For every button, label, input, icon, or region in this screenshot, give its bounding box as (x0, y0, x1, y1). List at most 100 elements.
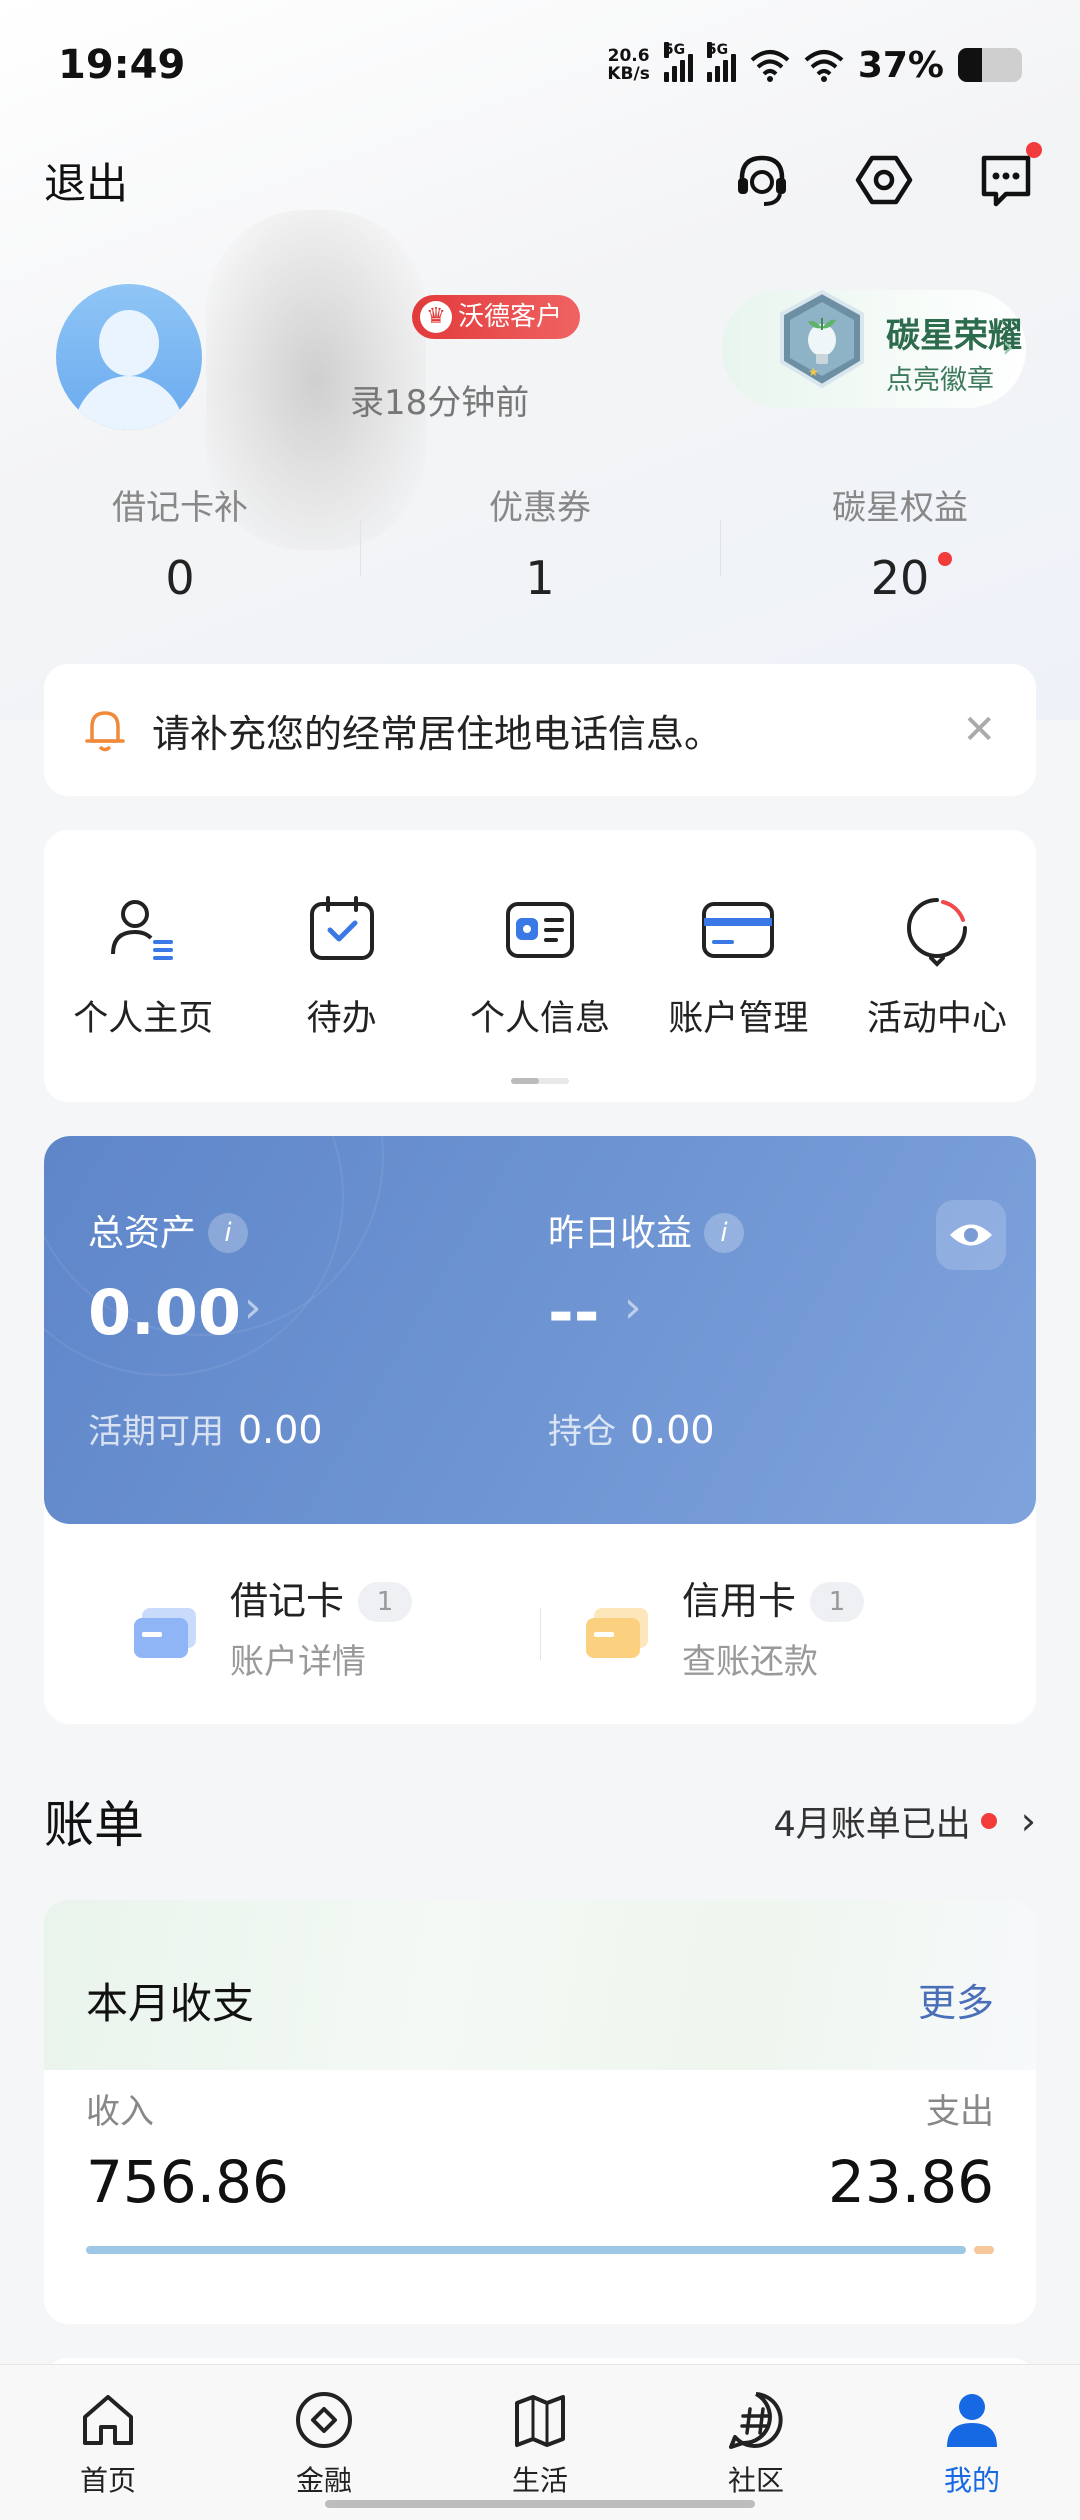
tab-finance[interactable]: 金融 (216, 2365, 432, 2520)
card-subtitle: 账户详情 (230, 1642, 366, 1682)
svg-text:★: ★ (808, 365, 819, 379)
income-value: 756.86 (86, 2148, 289, 2216)
holding-balance: 持仓 0.00 (548, 1408, 715, 1452)
quick-personal-home[interactable]: 个人主页 (44, 890, 242, 1041)
card-count-badge: 1 (810, 1582, 865, 1622)
bottom-tab-bar: 首页 金融 生活 社区 我的 (0, 2364, 1080, 2520)
info-icon[interactable]: i (208, 1213, 249, 1253)
income-label: 收入 (86, 2092, 154, 2132)
tab-mine[interactable]: 我的 (864, 2365, 1080, 2520)
more-link[interactable]: 更多 (918, 1972, 994, 2027)
tab-home[interactable]: 首页 (0, 2365, 216, 2520)
stat-coupons[interactable]: 优惠券 1 (360, 480, 720, 620)
expense-label: 支出 (926, 2092, 994, 2132)
stats-row: 借记卡补 0 优惠券 1 碳星权益 20 (0, 480, 1080, 620)
chevron-right-icon: › (624, 1282, 642, 1333)
avatar[interactable] (56, 284, 202, 430)
credit-card-entry[interactable]: 信用卡 1 查账还款 (540, 1524, 1036, 1724)
income-bar (86, 2246, 967, 2254)
monthly-summary-card: 本月收支 更多 收入 支出 756.86 23.86 (44, 1900, 1036, 2324)
signal-icon: 5G (663, 42, 693, 82)
carbon-honor-card[interactable]: ★ 碳星荣耀 点亮徽章 › (722, 289, 1026, 408)
battery-icon (958, 48, 1022, 82)
credit-card-icon (586, 1608, 648, 1658)
card-name: 借记卡 1 (230, 1570, 413, 1625)
customer-level-badge[interactable]: ♛ 沃德客户 (412, 295, 581, 339)
wifi-icon (804, 50, 844, 82)
bill-status-link[interactable]: 4月账单已出 › (774, 1796, 1036, 1847)
bill-title: 账单 (44, 1796, 144, 1854)
top-header: 退出 (0, 130, 1080, 230)
tab-life[interactable]: 生活 (432, 2365, 648, 2520)
quick-todo[interactable]: 待办 (242, 890, 440, 1041)
bell-icon (85, 711, 125, 752)
message-icon[interactable] (976, 142, 1042, 210)
activity-circle-icon (906, 898, 967, 967)
home-indicator (325, 2500, 755, 2508)
debit-card-entry[interactable]: 借记卡 1 账户详情 (44, 1524, 540, 1724)
notification-dot (938, 552, 952, 566)
status-bar: 19:49 20.6 KB/s 5G 5G 37% (0, 0, 1080, 130)
quick-account-management[interactable]: 账户管理 (639, 890, 837, 1041)
debit-card-icon (134, 1608, 196, 1658)
signal-icon: 5G (706, 42, 736, 82)
notice-text: 请补充您的经常居住地电话信息。 (152, 711, 723, 756)
profile-person-icon (947, 2394, 997, 2447)
yesterday-earnings-label: 昨日收益 i (548, 1204, 745, 1256)
chevron-right-icon: › (244, 1282, 262, 1333)
expense-bar (974, 2246, 994, 2254)
person-list-icon (111, 900, 174, 960)
stat-carbon-rights[interactable]: 碳星权益 20 (720, 480, 1080, 620)
available-balance: 活期可用 0.00 (88, 1408, 323, 1452)
close-icon[interactable]: ✕ (962, 707, 996, 753)
status-time: 19:49 (58, 42, 186, 88)
life-ticket-icon (515, 2395, 565, 2447)
calendar-check-icon (309, 896, 374, 960)
page-indicator (511, 1078, 569, 1084)
bill-section-header: 账单 4月账单已出 › (44, 1786, 1036, 1856)
profile-section: ♛ 沃德客户 录18分钟前 ★ 碳星荣耀 点亮徽章 › (56, 210, 1026, 550)
income-expense-bar (86, 2246, 994, 2254)
bank-card-icon (702, 902, 775, 958)
chevron-right-icon: › (1020, 1799, 1036, 1843)
cards-row: 借记卡 1 账户详情 信用卡 1 查账还款 (44, 1524, 1036, 1724)
quick-personal-info[interactable]: 个人信息 (441, 890, 639, 1041)
network-speed: 20.6 KB/s (607, 46, 650, 84)
card-name: 信用卡 1 (682, 1570, 865, 1625)
quick-activity-center[interactable]: 活动中心 (838, 890, 1036, 1041)
finance-diamond-icon (296, 2392, 352, 2448)
assets-card: 总资产 i 0.00 › 昨日收益 i -- › 活期可用 0.00 持仓 0.00 (44, 1136, 1036, 1724)
crown-icon: ♛ (420, 301, 452, 333)
carbon-subtitle: 点亮徽章 (886, 365, 994, 396)
total-assets-label: 总资产 i (88, 1204, 249, 1256)
eye-icon (950, 1224, 992, 1246)
notification-dot (980, 1813, 997, 1829)
info-icon[interactable]: i (704, 1213, 745, 1253)
unread-dot (1026, 142, 1042, 158)
assets-summary: 总资产 i 0.00 › 昨日收益 i -- › 活期可用 0.00 持仓 0.00 (44, 1136, 1036, 1524)
status-indicators: 20.6 KB/s 5G 5G 37% (607, 42, 1022, 86)
carbon-badge-icon: ★ (780, 289, 864, 389)
settings-hexagon-icon[interactable] (854, 150, 914, 210)
battery-fill (958, 48, 982, 82)
stat-debit-card[interactable]: 借记卡补 0 (0, 480, 360, 620)
header-actions (732, 142, 1042, 210)
notice-banner[interactable]: 请补充您的经常居住地电话信息。 ✕ (44, 664, 1036, 796)
id-card-icon (506, 902, 575, 958)
logout-button[interactable]: 退出 (44, 150, 128, 211)
last-login-text: 录18分钟前 (350, 383, 530, 423)
card-count-badge: 1 (358, 1582, 413, 1622)
total-assets-value[interactable]: 0.00 (88, 1276, 241, 1349)
yesterday-earnings-value[interactable]: -- (548, 1276, 599, 1349)
home-icon (83, 2395, 133, 2445)
customer-service-icon[interactable] (732, 150, 792, 210)
quick-actions-panel: 个人主页 待办 个人信息 账户管理 活动中心 (44, 830, 1036, 1102)
toggle-visibility-button[interactable] (936, 1200, 1006, 1270)
card-subtitle: 查账还款 (682, 1642, 818, 1682)
battery-percent: 37% (857, 44, 944, 86)
tab-community[interactable]: 社区 (648, 2365, 864, 2520)
community-hash-icon (729, 2392, 783, 2449)
wifi-icon (750, 50, 790, 82)
chevron-right-icon: › (1002, 330, 1014, 365)
expense-value: 23.86 (827, 2148, 994, 2216)
